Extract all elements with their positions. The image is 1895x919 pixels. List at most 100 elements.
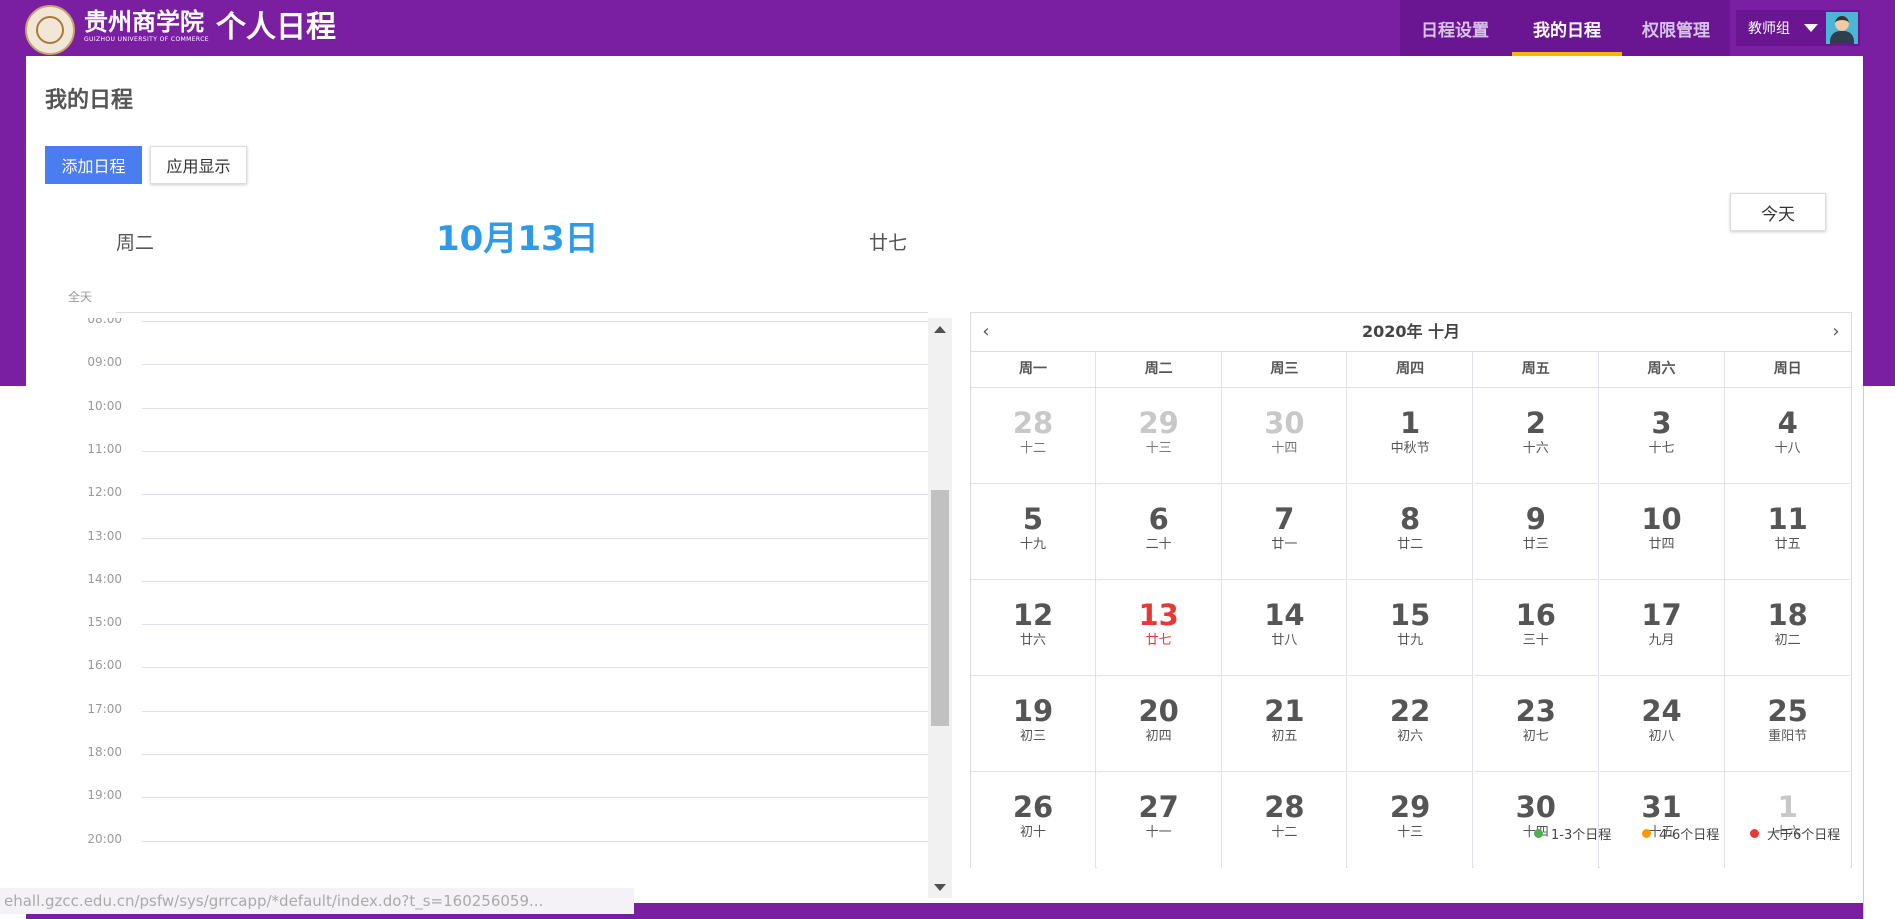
weekday-header: 周日 [1773,361,1802,377]
time-label: 08:00 [87,318,122,326]
time-row[interactable]: 08:00 [52,318,932,359]
legend-label: 1-3个日程 [1551,828,1612,843]
calendar-day[interactable]: 20 初四 [1096,676,1222,772]
day-number: 11 [1767,502,1808,536]
day-date: 10月13日 [436,219,599,259]
next-month-chevron-icon[interactable]: › [1821,313,1851,351]
time-gridline [142,667,928,669]
time-label: 11:00 [87,441,122,456]
calendar-day[interactable]: 27 十一 [1096,772,1222,868]
day-number: 1 [1400,406,1421,440]
day-number: 3 [1651,406,1672,440]
calendar-day[interactable]: 30十四 [1473,772,1599,868]
time-row[interactable]: 15:00 [52,615,932,662]
time-gridline [142,494,928,496]
calendar-day[interactable]: 1 中秋节 [1348,388,1474,484]
scroll-thumb[interactable] [931,490,949,726]
calendar-day[interactable]: 21 初五 [1222,676,1348,772]
calendar-day[interactable]: 28 十二 [1222,772,1348,868]
user-avatar-icon[interactable] [1826,12,1858,44]
day-lunar: 初四 [1145,729,1172,744]
time-row[interactable]: 11:00 [52,442,932,489]
time-row[interactable]: 10:00 [52,399,932,446]
weekday-header: 周一 [971,351,1096,387]
app-title: 个人日程 [216,10,336,45]
today-button[interactable]: 今天 [1730,193,1826,231]
main-card: 我的日程 添加日程 应用显示 今天 周二 10月13日 廿七 全天 08:00 0… [26,56,1863,902]
time-row[interactable]: 17:00 [52,702,932,749]
prev-month-chevron-icon[interactable]: ‹ [971,313,1001,351]
calendar-day-today[interactable]: 13 廿七 [1096,580,1222,676]
calendar-day[interactable]: 29 十三 [1348,772,1474,868]
time-row[interactable]: 12:00 [52,485,932,532]
day-number: 22 [1389,694,1431,728]
calendar-day[interactable]: 26 初十 [971,772,1096,868]
calendar-day[interactable]: 18 初二 [1725,580,1851,676]
calendar-day[interactable]: 6 二十 [1096,484,1222,580]
page-right-gutter [1863,386,1895,919]
calendar-day[interactable]: 1 十六 [1725,772,1851,868]
scroll-up-arrow-icon[interactable] [934,326,946,333]
calendar-day[interactable]: 16 三十 [1473,580,1599,676]
calendar-day[interactable]: 14 廿八 [1222,580,1348,676]
calendar-day[interactable]: 15 廿九 [1348,580,1474,676]
day-lunar: 廿八 [1271,633,1298,648]
day-number: 8 [1400,502,1421,536]
calendar-day[interactable]: 5 十九 [971,484,1096,580]
day-number: 12 [1012,598,1054,632]
nav-my-schedule[interactable]: 我的日程 [1512,0,1622,56]
legend-dot-icon [1642,829,1651,838]
calendar-day[interactable]: 22 初六 [1348,676,1474,772]
calendar-day[interactable]: 25 重阳节 [1725,676,1851,772]
calendar-day[interactable]: 9 廿三 [1473,484,1599,580]
calendar-day[interactable]: 10 廿四 [1599,484,1725,580]
day-lunar: 初八 [1648,729,1675,744]
calendar-day[interactable]: 28 十二 [971,388,1096,484]
time-gridline [142,407,928,409]
calendar-day[interactable]: 2 十六 [1473,388,1599,484]
calendar-day[interactable]: 11 廿五 [1725,484,1851,580]
day-number: 6 [1148,502,1169,536]
nav-permissions[interactable]: 权限管理 [1622,0,1730,56]
scroll-down-arrow-icon[interactable] [934,884,946,891]
time-row[interactable]: 19:00 [52,788,932,835]
calendar-day[interactable]: 8 廿二 [1348,484,1474,580]
day-number: 29 [1138,406,1179,440]
time-row[interactable]: 16:00 [52,658,932,705]
calendar-day[interactable]: 19 初三 [971,676,1096,772]
calendar-day[interactable]: 3 十七 [1599,388,1725,484]
timeline-scrollbar[interactable] [928,318,952,898]
time-row[interactable]: 13:00 [52,529,932,576]
calendar-day[interactable]: 4 十八 [1725,388,1851,484]
time-row[interactable]: 18:00 [52,745,932,792]
calendar-day[interactable]: 31 十五 [1599,772,1725,868]
calendar-header: 2020年 十月 ‹ › [971,313,1851,352]
calendar-day[interactable]: 7 廿一 [1222,484,1348,580]
calendar-day[interactable]: 17 九月 [1599,580,1725,676]
day-number: 1 [1777,790,1798,824]
time-row[interactable]: 20:00 [52,832,932,879]
day-lunar: 初三 [1019,729,1046,744]
apply-display-button[interactable]: 应用显示 [150,146,247,184]
day-lunar: 九月 [1648,633,1675,648]
calendar-day[interactable]: 12 廿六 [971,580,1096,676]
day-number: 16 [1515,598,1556,632]
legend-item: 1-3个日程 [1534,824,1611,843]
time-label: 13:00 [87,528,122,543]
day-number: 10 [1641,502,1682,536]
day-timeline[interactable]: 08:00 09:00 10:00 11:00 12:00 13:00 14:00 15:00… [52,318,952,898]
add-schedule-button[interactable]: 添加日程 [45,146,142,184]
nav-schedule-settings[interactable]: 日程设置 [1400,0,1510,56]
calendar-day[interactable]: 29 十三 [1096,388,1222,484]
day-lunar: 十三 [1145,441,1172,456]
caret-down-icon [1804,24,1818,32]
day-number: 25 [1767,694,1808,728]
legend-dot-icon [1750,829,1759,838]
time-row[interactable]: 14:00 [52,572,932,619]
calendar-day[interactable]: 24 初八 [1599,676,1725,772]
calendar-day[interactable]: 23 初七 [1473,676,1599,772]
calendar-day[interactable]: 30十四 [1222,388,1348,484]
month-calendar: 2020年 十月 ‹ › 周一 周二 周三 周四 周五 周六 周日 28 十二 29 十三 30 十四… [970,312,1852,868]
time-row[interactable]: 09:00 [52,355,932,402]
legend-dot-icon [1534,829,1543,838]
